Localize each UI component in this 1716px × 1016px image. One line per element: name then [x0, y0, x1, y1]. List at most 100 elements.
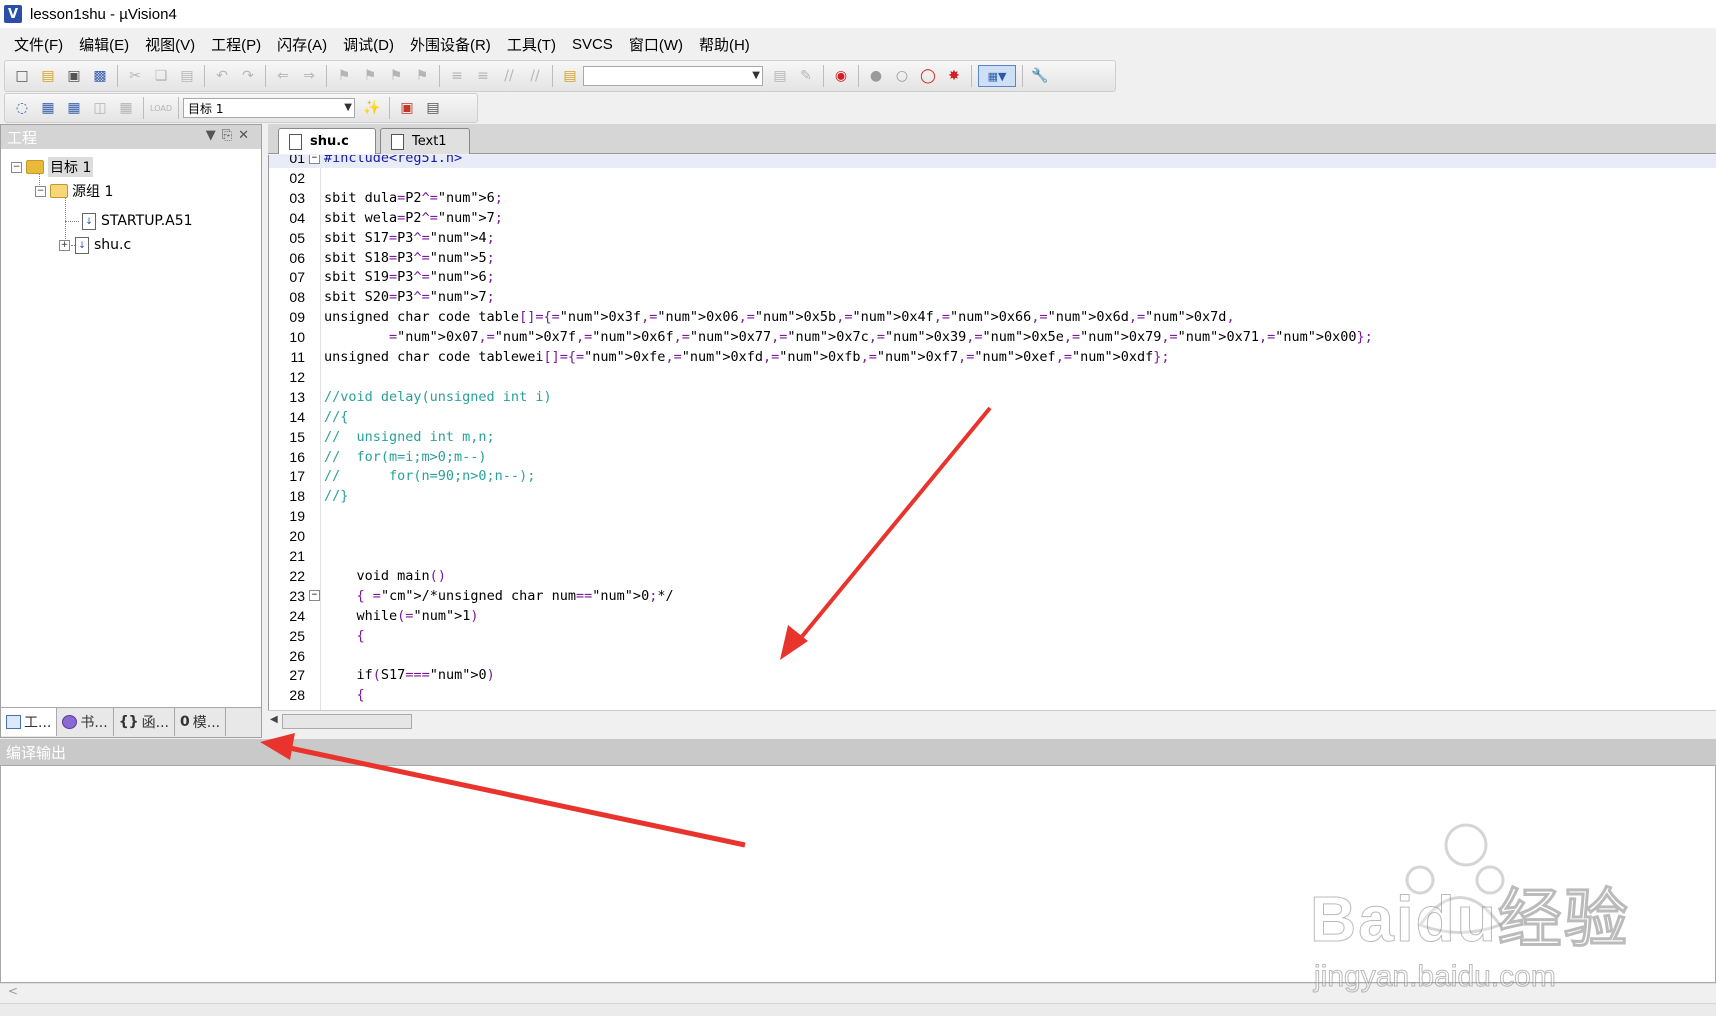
scroll-left-arrow-icon[interactable]: <: [8, 984, 18, 998]
menu-svcs[interactable]: SVCS: [564, 36, 621, 53]
code-line[interactable]: 08 sbit S20=P3^="num">7;: [269, 287, 1716, 307]
paste-icon[interactable]: ▤: [176, 65, 198, 87]
find-combo[interactable]: ▼: [583, 66, 763, 86]
close-icon[interactable]: ✕: [238, 128, 255, 143]
tree-item-group[interactable]: − 源组 1: [35, 181, 113, 201]
redo-icon[interactable]: ↷: [237, 65, 259, 87]
menu-peripherals[interactable]: 外围设备(R): [402, 34, 499, 55]
menu-project[interactable]: 工程(P): [203, 34, 269, 55]
tab-functions[interactable]: {} 函...: [114, 708, 176, 736]
rebuild-icon[interactable]: ▦: [63, 97, 85, 119]
collapse-icon[interactable]: −: [11, 161, 22, 173]
manage-components-icon[interactable]: ▣: [396, 97, 418, 119]
collapse-icon[interactable]: −: [35, 185, 46, 197]
menu-flash[interactable]: 闪存(A): [269, 34, 335, 55]
save-all-icon[interactable]: ▩: [89, 65, 111, 87]
tab-project[interactable]: 工...: [1, 708, 58, 736]
target-options-icon[interactable]: ✨: [361, 97, 383, 119]
cut-icon[interactable]: ✂: [124, 65, 146, 87]
disable-all-breakpoints-icon[interactable]: ◯: [917, 65, 939, 87]
copy-icon[interactable]: ❏: [150, 65, 172, 87]
nav-forward-icon[interactable]: ⇒: [298, 65, 320, 87]
download-load-icon[interactable]: LOAD: [150, 97, 172, 119]
scroll-left-arrow-icon[interactable]: ◀: [270, 714, 278, 725]
configure-wrench-icon[interactable]: 🔧: [1029, 65, 1051, 87]
code-line[interactable]: 28 {: [269, 685, 1716, 705]
code-line[interactable]: 18 //}: [269, 486, 1716, 506]
code-line[interactable]: 01 #include<reg51.h> −: [269, 155, 1716, 168]
save-icon[interactable]: ▣: [63, 65, 85, 87]
fold-collapse-icon[interactable]: −: [309, 155, 320, 164]
stop-build-icon[interactable]: ▦: [115, 97, 137, 119]
menu-view[interactable]: 视图(V): [137, 34, 203, 55]
pin-icon[interactable]: ⎘: [222, 128, 238, 143]
disable-breakpoint-icon[interactable]: ○: [891, 65, 913, 87]
batch-build-icon[interactable]: ◫: [89, 97, 111, 119]
comment-icon[interactable]: //: [498, 65, 520, 87]
code-line[interactable]: 04 sbit wela=P2^="num">7;: [269, 208, 1716, 228]
code-editor[interactable]: 01 #include<reg51.h> −02 03 sbit dula=P2^="n…: [268, 155, 1716, 710]
code-line[interactable]: 03 sbit dula=P2^="num">6;: [269, 188, 1716, 208]
menu-edit[interactable]: 编辑(E): [71, 34, 137, 55]
debug-session-icon[interactable]: ◉: [830, 65, 852, 87]
nav-back-icon[interactable]: ⇐: [272, 65, 294, 87]
tab-templates[interactable]: 0 模...: [175, 708, 227, 736]
incremental-find-icon[interactable]: ✎: [795, 65, 817, 87]
code-line[interactable]: 23 { ="cm">/*unsigned char num=="num">0;…: [269, 586, 1716, 606]
prev-bookmark-icon[interactable]: ⚑: [359, 65, 381, 87]
code-line[interactable]: 27 if(S17==="num">0): [269, 665, 1716, 685]
editor-horizontal-scrollbar[interactable]: ◀: [268, 710, 1716, 732]
indent-icon[interactable]: ≡: [446, 65, 468, 87]
translate-icon[interactable]: ◌: [11, 97, 33, 119]
bookmark-icon[interactable]: ⚑: [333, 65, 355, 87]
code-line[interactable]: 12: [269, 367, 1716, 387]
tab-shu-c[interactable]: shu.c: [278, 128, 376, 154]
build-icon[interactable]: ▦: [37, 97, 59, 119]
tree-item-startup-file[interactable]: ↓ STARTUP.A51: [77, 211, 193, 231]
tab-text1[interactable]: Text1: [380, 128, 470, 154]
code-line[interactable]: 02: [269, 168, 1716, 188]
code-line[interactable]: 10 ="num">0x07,="num">0x7f,="num">0x6f,=…: [269, 327, 1716, 347]
open-file-icon[interactable]: ▤: [37, 65, 59, 87]
code-line[interactable]: 05 sbit S17=P3^="num">4;: [269, 228, 1716, 248]
code-line[interactable]: 26: [269, 646, 1716, 666]
undo-icon[interactable]: ↶: [211, 65, 233, 87]
code-line[interactable]: 19: [269, 506, 1716, 526]
code-line[interactable]: 15 // unsigned int m,n;: [269, 427, 1716, 447]
menu-tools[interactable]: 工具(T): [499, 34, 564, 55]
tab-books[interactable]: 书...: [57, 708, 114, 736]
panel-menu-chevron-icon[interactable]: ▼: [206, 128, 222, 143]
new-file-icon[interactable]: □: [11, 65, 33, 87]
target-select[interactable]: 目标 1 ▼: [183, 98, 355, 118]
tree-item-target[interactable]: − 目标 1: [11, 157, 94, 177]
menu-file[interactable]: 文件(F): [6, 34, 71, 55]
tree-item-shu-file[interactable]: + ↓ shu.c: [59, 235, 131, 255]
fold-collapse-icon[interactable]: −: [309, 590, 320, 602]
find-in-files-icon[interactable]: ▤: [559, 65, 581, 87]
expand-icon[interactable]: +: [59, 239, 70, 251]
code-line[interactable]: 07 sbit S19=P3^="num">6;: [269, 267, 1716, 287]
breakpoint-icon[interactable]: ●: [865, 65, 887, 87]
code-line[interactable]: 22 void main(): [269, 566, 1716, 586]
window-layout-icon[interactable]: ▦▼: [978, 65, 1016, 87]
code-line[interactable]: 25 {: [269, 626, 1716, 646]
uncomment-icon[interactable]: //: [524, 65, 546, 87]
code-line[interactable]: 24 while(="num">1): [269, 606, 1716, 626]
next-bookmark-icon[interactable]: ⚑: [385, 65, 407, 87]
menu-help[interactable]: 帮助(H): [691, 34, 758, 55]
code-line[interactable]: 16 // for(m=i;m>0;m--): [269, 447, 1716, 467]
code-line[interactable]: 11 unsigned char code tablewei[]={="num">…: [269, 347, 1716, 367]
code-line[interactable]: 14 //{: [269, 407, 1716, 427]
code-line[interactable]: 21: [269, 546, 1716, 566]
clear-bookmarks-icon[interactable]: ⚑: [411, 65, 433, 87]
unindent-icon[interactable]: ≡: [472, 65, 494, 87]
code-line[interactable]: 09 unsigned char code table[]={="num">0x3…: [269, 307, 1716, 327]
code-line[interactable]: 17 // for(n=90;n>0;n--);: [269, 466, 1716, 486]
menu-window[interactable]: 窗口(W): [621, 34, 691, 55]
code-line[interactable]: 20: [269, 526, 1716, 546]
code-line[interactable]: 13 //void delay(unsigned int i): [269, 387, 1716, 407]
menu-debug[interactable]: 调试(D): [335, 34, 402, 55]
code-line[interactable]: 06 sbit S18=P3^="num">5;: [269, 248, 1716, 268]
scrollbar-thumb[interactable]: [282, 714, 412, 729]
kill-breakpoints-icon[interactable]: ✸: [943, 65, 965, 87]
